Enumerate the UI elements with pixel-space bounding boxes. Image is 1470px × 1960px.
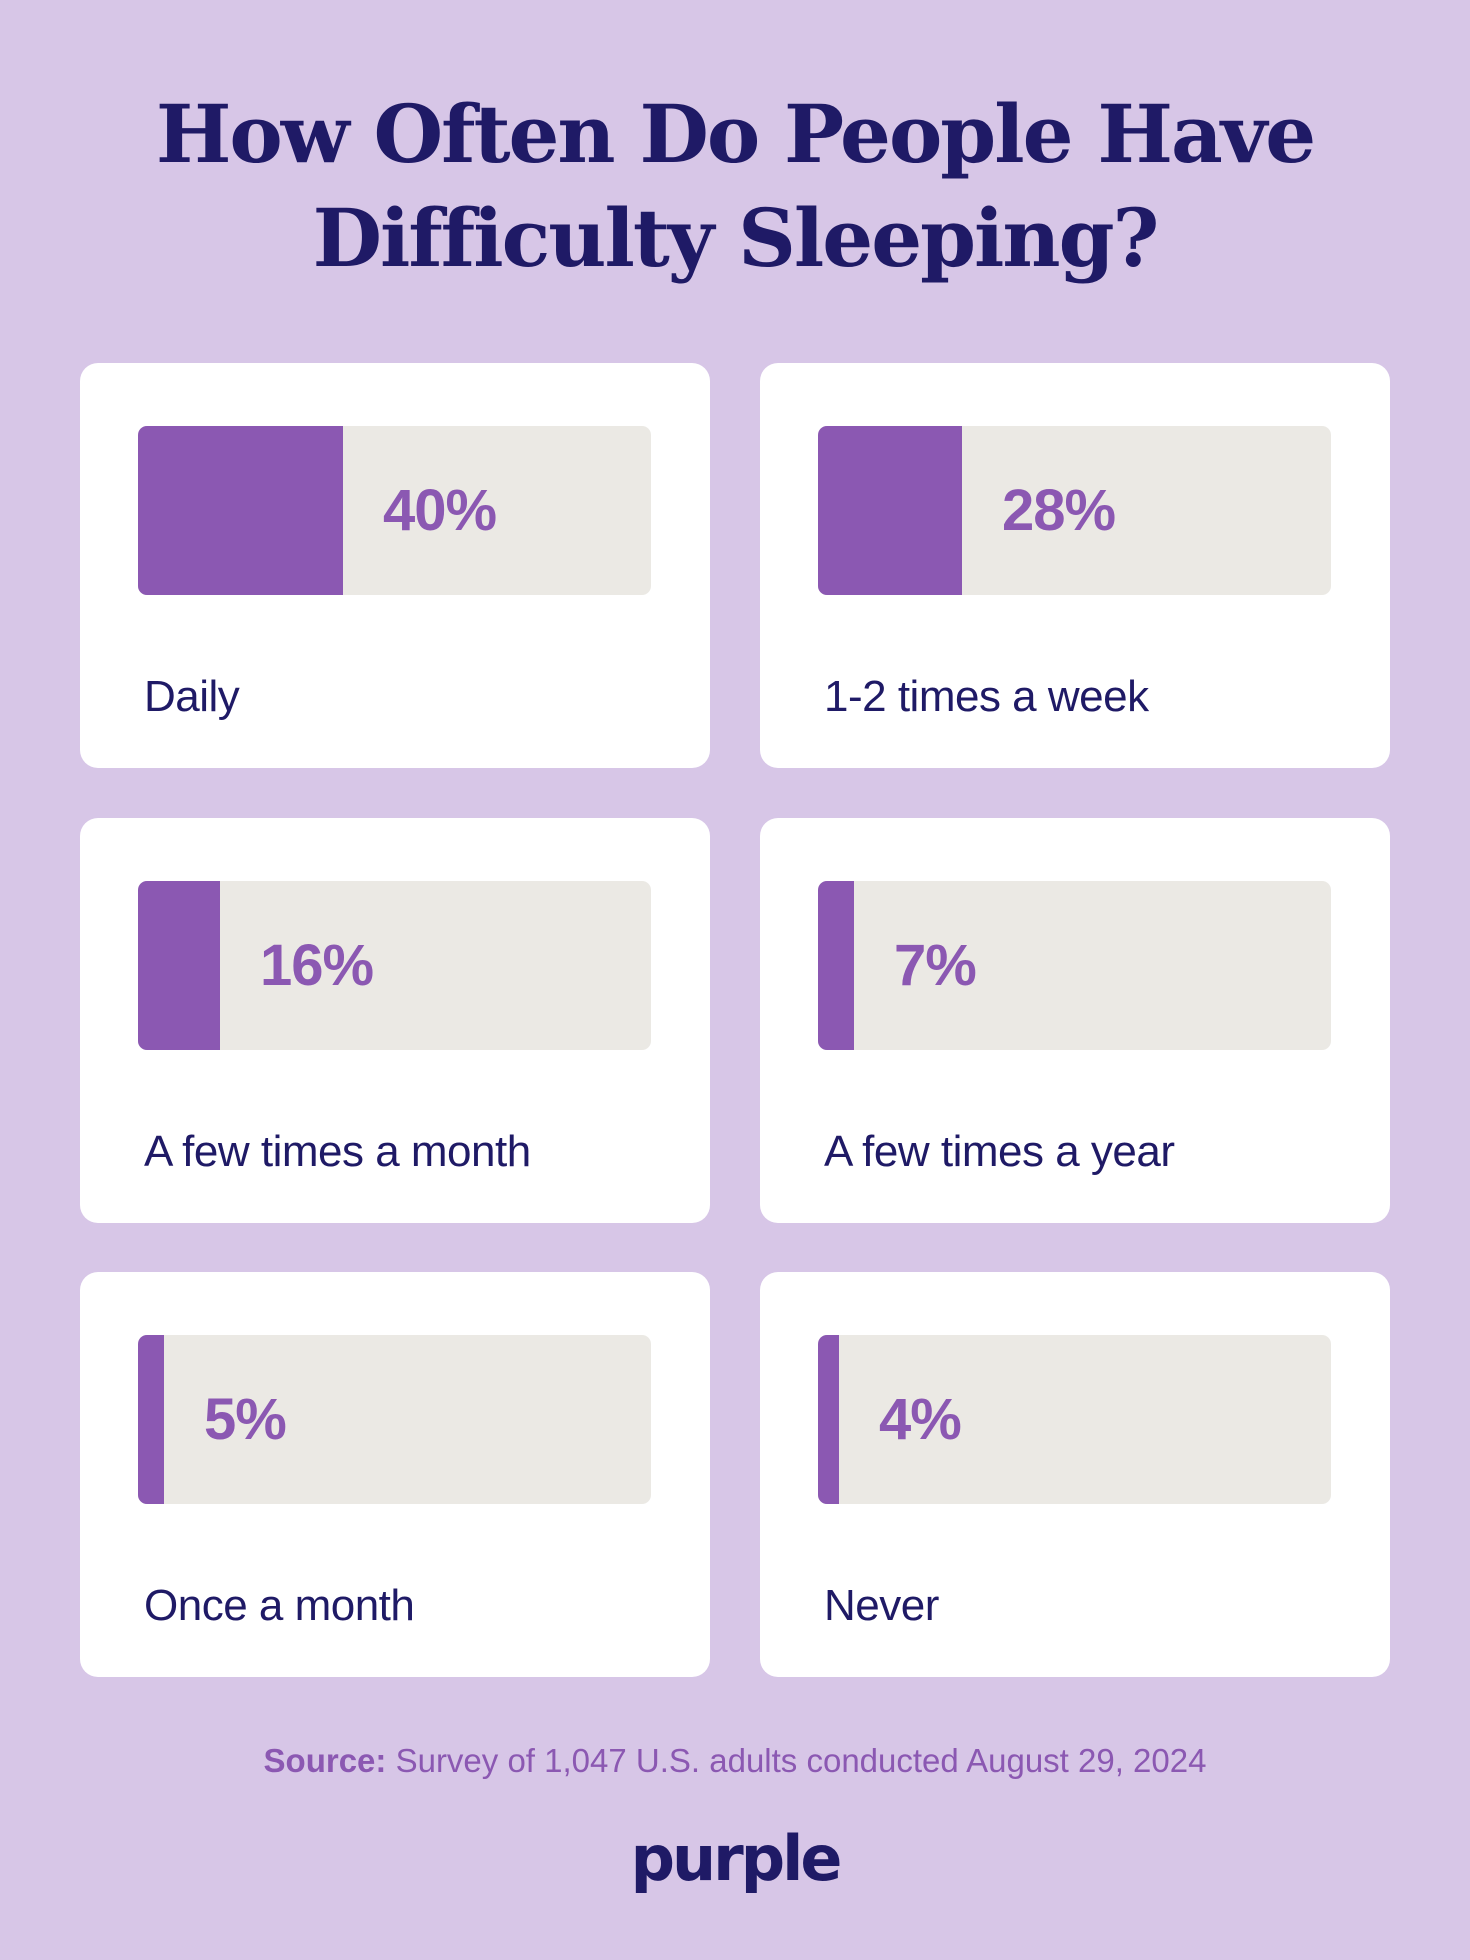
category-label: 1-2 times a week [824, 672, 1149, 721]
stat-card: 16% A few times a month [80, 818, 710, 1223]
stat-card: 28% 1-2 times a week [760, 363, 1390, 768]
category-label: A few times a month [144, 1127, 531, 1176]
purple-logo: purple [630, 1822, 843, 1895]
bar-fill [818, 1335, 839, 1504]
bar-fill [138, 426, 343, 595]
source-note: Source: Survey of 1,047 U.S. adults cond… [0, 1742, 1470, 1780]
source-label: Source: [263, 1742, 387, 1779]
bar-value-label: 5% [204, 1387, 287, 1452]
page-title: How Often Do People Have Difficulty Sleep… [155, 87, 1316, 285]
bar-track: 7% [818, 881, 1331, 1050]
stat-card: 5% Once a month [80, 1272, 710, 1677]
category-label: A few times a year [824, 1127, 1175, 1176]
stat-card: 40% Daily [80, 363, 710, 768]
source-text: Survey of 1,047 U.S. adults conducted Au… [395, 1742, 1207, 1779]
bar-fill [138, 881, 220, 1050]
category-label: Daily [144, 672, 240, 721]
bar-fill [818, 426, 962, 595]
category-label: Once a month [144, 1581, 415, 1630]
bar-value-label: 7% [894, 933, 977, 998]
bar-fill [818, 881, 854, 1050]
bar-track: 16% [138, 881, 651, 1050]
bar-value-label: 40% [383, 478, 497, 543]
bar-track: 40% [138, 426, 651, 595]
category-label: Never [824, 1581, 939, 1630]
bar-track: 28% [818, 426, 1331, 595]
stat-card: 4% Never [760, 1272, 1390, 1677]
stat-card: 7% A few times a year [760, 818, 1390, 1223]
bar-value-label: 28% [1002, 478, 1116, 543]
bar-track: 4% [818, 1335, 1331, 1504]
bar-value-label: 16% [260, 933, 374, 998]
bar-value-label: 4% [879, 1387, 962, 1452]
bar-track: 5% [138, 1335, 651, 1504]
bar-fill [138, 1335, 164, 1504]
